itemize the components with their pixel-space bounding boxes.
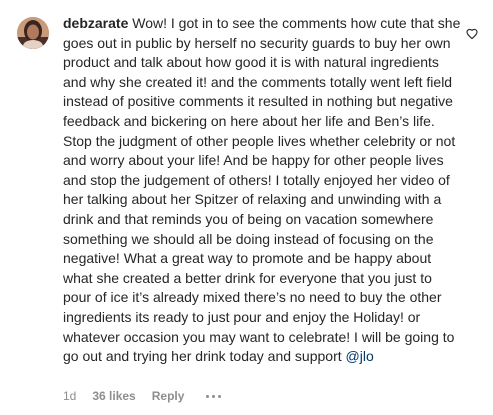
- comment-text-block: debzarate Wow! I got in to see the comme…: [63, 14, 461, 367]
- comment-age: 1d: [63, 389, 77, 403]
- dot: [206, 394, 210, 398]
- heart-outline-icon: [466, 28, 478, 40]
- avatar[interactable]: [17, 17, 49, 49]
- comment-text: Wow! I got in to see the comments how cu…: [63, 15, 461, 365]
- comment-meta: 1d 36 likes Reply: [63, 388, 222, 404]
- reply-button[interactable]: Reply: [152, 388, 185, 404]
- like-button[interactable]: [466, 27, 478, 40]
- dot: [218, 394, 222, 398]
- username-link[interactable]: debzarate: [63, 15, 128, 31]
- comment-body: debzarate Wow! I got in to see the comme…: [63, 14, 461, 367]
- avatar-image: [17, 17, 49, 49]
- more-options-icon[interactable]: [206, 391, 222, 402]
- comment: debzarate Wow! I got in to see the comme…: [0, 0, 493, 415]
- dot: [212, 394, 216, 398]
- mention-link[interactable]: @jlo: [346, 348, 374, 364]
- likes-count-button[interactable]: 36 likes: [92, 388, 135, 404]
